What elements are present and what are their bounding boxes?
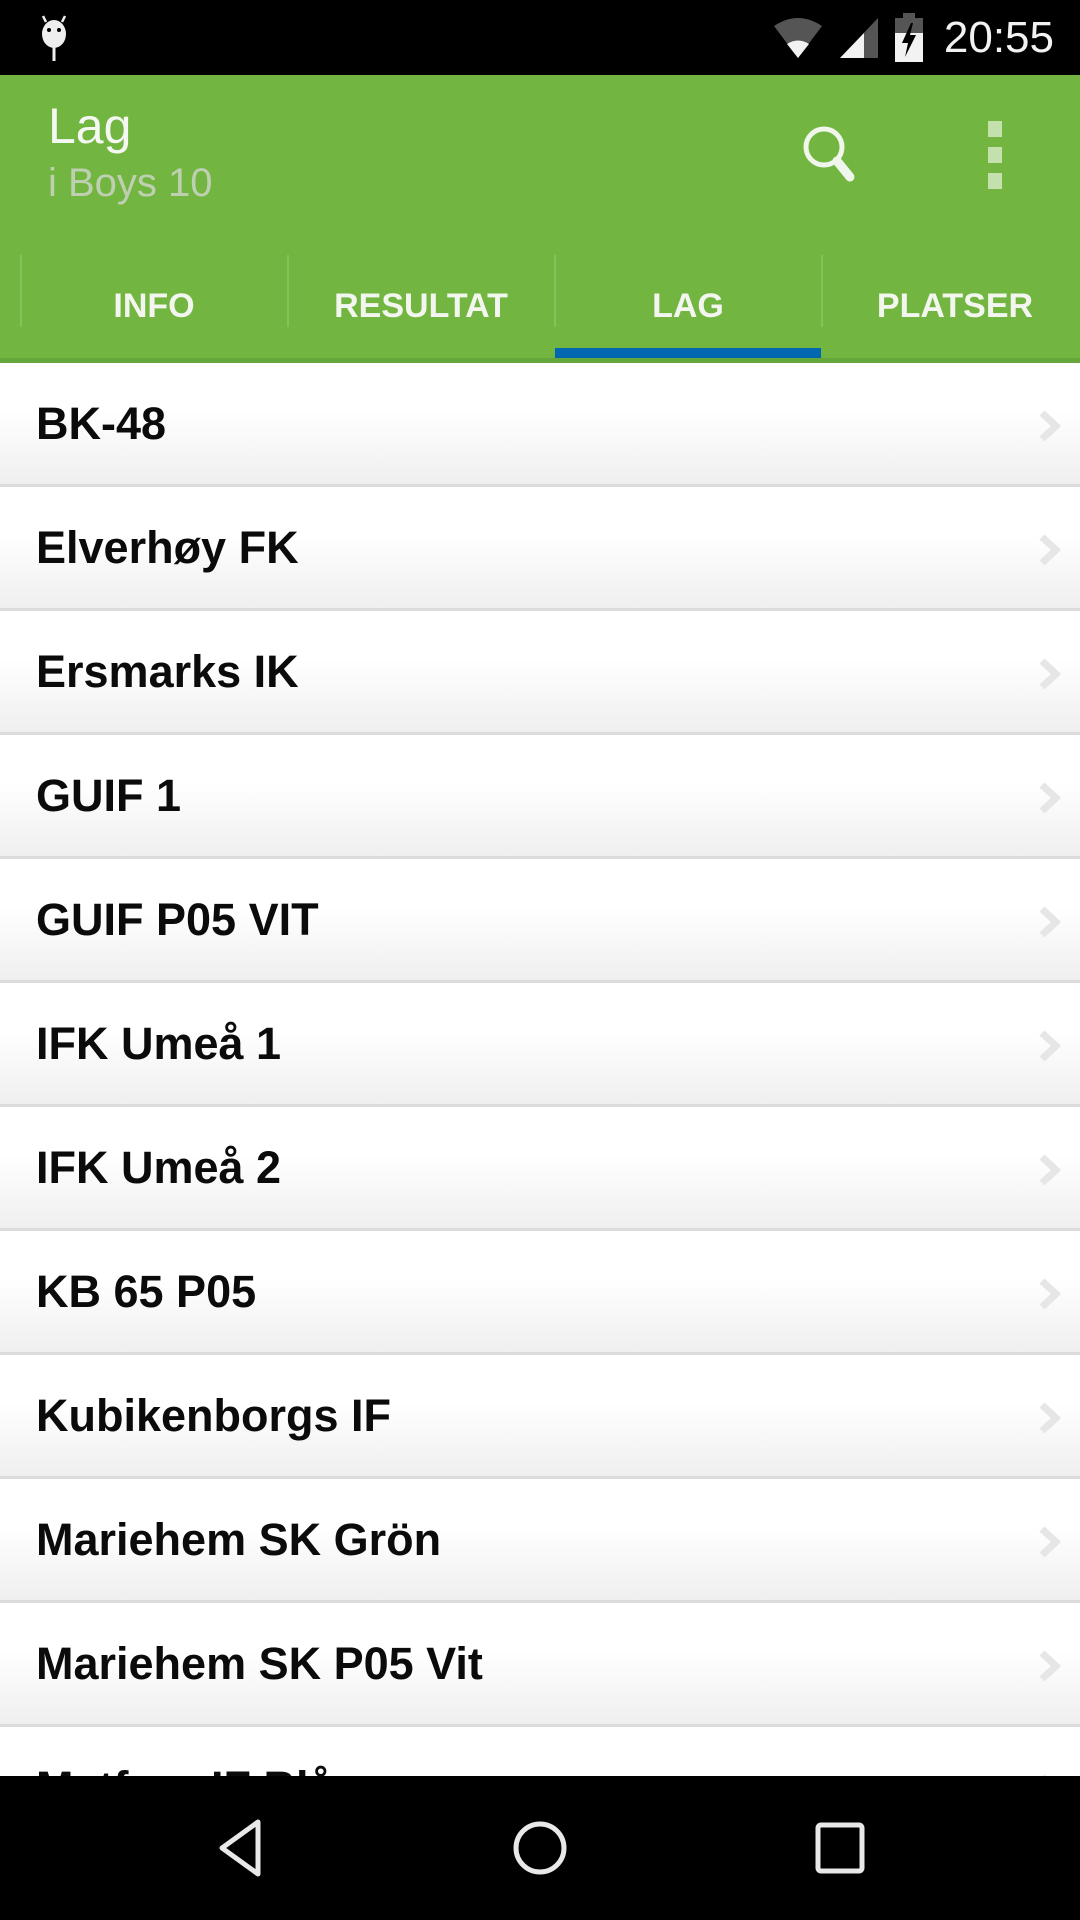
overflow-menu-button[interactable] [970,113,1020,193]
battery-charging-icon [894,12,923,62]
team-name: Kubikenborgs IF [36,1390,392,1441]
tab-label: LAG [652,287,724,325]
team-list-item[interactable]: IFK Umeå 1 [0,983,1080,1107]
team-name: GUIF 1 [36,770,182,821]
team-list-item[interactable]: Mariehem SK P05 Vit [0,1603,1080,1727]
chevron-right-icon [1039,658,1062,690]
team-list[interactable]: BK-48 Elverhøy FK Ersmarks IK GUIF 1 GUI… [0,363,1080,1776]
tab-platser[interactable]: PLATSER [822,250,1080,363]
search-icon [803,126,855,182]
chevron-right-icon [1039,1278,1062,1310]
team-name: Elverhøy FK [36,522,299,573]
clock: 20:55 [943,12,1054,62]
team-name: Mariehem SK P05 Vit [36,1638,483,1689]
android-debug-icon [41,15,67,61]
app-bar: Lag i Boys 10 INFO RESULTAT LAG PLATSER [0,75,1080,363]
team-list-item[interactable]: KB 65 P05 [0,1231,1080,1355]
wifi-icon [773,17,822,58]
team-list-item[interactable]: GUIF 1 [0,735,1080,859]
tab-divider [20,255,22,327]
status-bar: 20:55 [0,0,1080,75]
home-button[interactable] [480,1776,600,1920]
tab-divider [287,255,289,327]
team-name: Matfors IF Blå [36,1727,334,1776]
cell-signal-icon [839,17,878,58]
back-button[interactable] [180,1776,300,1920]
tab-strip: INFO RESULTAT LAG PLATSER [0,250,1080,363]
team-name: IFK Umeå 2 [36,1142,282,1193]
chevron-right-icon [1039,1526,1062,1558]
team-name: IFK Umeå 1 [36,1018,282,1069]
team-name: GUIF P05 VIT [36,894,319,945]
tab-label: RESULTAT [334,287,508,325]
home-icon [513,1821,567,1875]
team-list-item[interactable]: Matfors IF Blå [0,1727,1080,1776]
team-name: KB 65 P05 [36,1266,257,1317]
team-name: BK-48 [36,398,167,449]
team-name: Ersmarks IK [36,646,299,697]
tab-divider [821,255,823,327]
app-bar-title: Lag [48,98,132,154]
tab-lag[interactable]: LAG [555,250,821,363]
team-name: Mariehem SK Grön [36,1514,442,1565]
chevron-right-icon [1039,906,1062,938]
chevron-right-icon [1039,1030,1062,1062]
recents-button[interactable] [780,1776,900,1920]
team-list-item[interactable]: Mariehem SK Grön [0,1479,1080,1603]
chevron-right-icon [1039,1650,1062,1682]
team-list-item[interactable]: Elverhøy FK [0,487,1080,611]
team-list-item[interactable]: IFK Umeå 2 [0,1107,1080,1231]
chevron-right-icon [1039,782,1062,814]
app-bar-subtitle: i Boys 10 [48,161,213,205]
tab-info[interactable]: INFO [21,250,287,363]
tab-resultat[interactable]: RESULTAT [288,250,554,363]
team-list-item[interactable]: Kubikenborgs IF [0,1355,1080,1479]
recents-icon [815,1822,865,1874]
tab-label: INFO [113,287,195,325]
chevron-right-icon [1039,534,1062,566]
search-button[interactable] [790,113,870,193]
team-list-item[interactable]: BK-48 [0,363,1080,487]
team-list-item[interactable]: Ersmarks IK [0,611,1080,735]
navigation-bar [0,1776,1080,1920]
back-icon [219,1819,261,1877]
tab-label: PLATSER [876,287,1034,325]
tab-divider [554,255,556,327]
chevron-right-icon [1039,1154,1062,1186]
chevron-right-icon [1039,1402,1062,1434]
chevron-right-icon [1039,410,1062,442]
team-list-item[interactable]: GUIF P05 VIT [0,859,1080,983]
